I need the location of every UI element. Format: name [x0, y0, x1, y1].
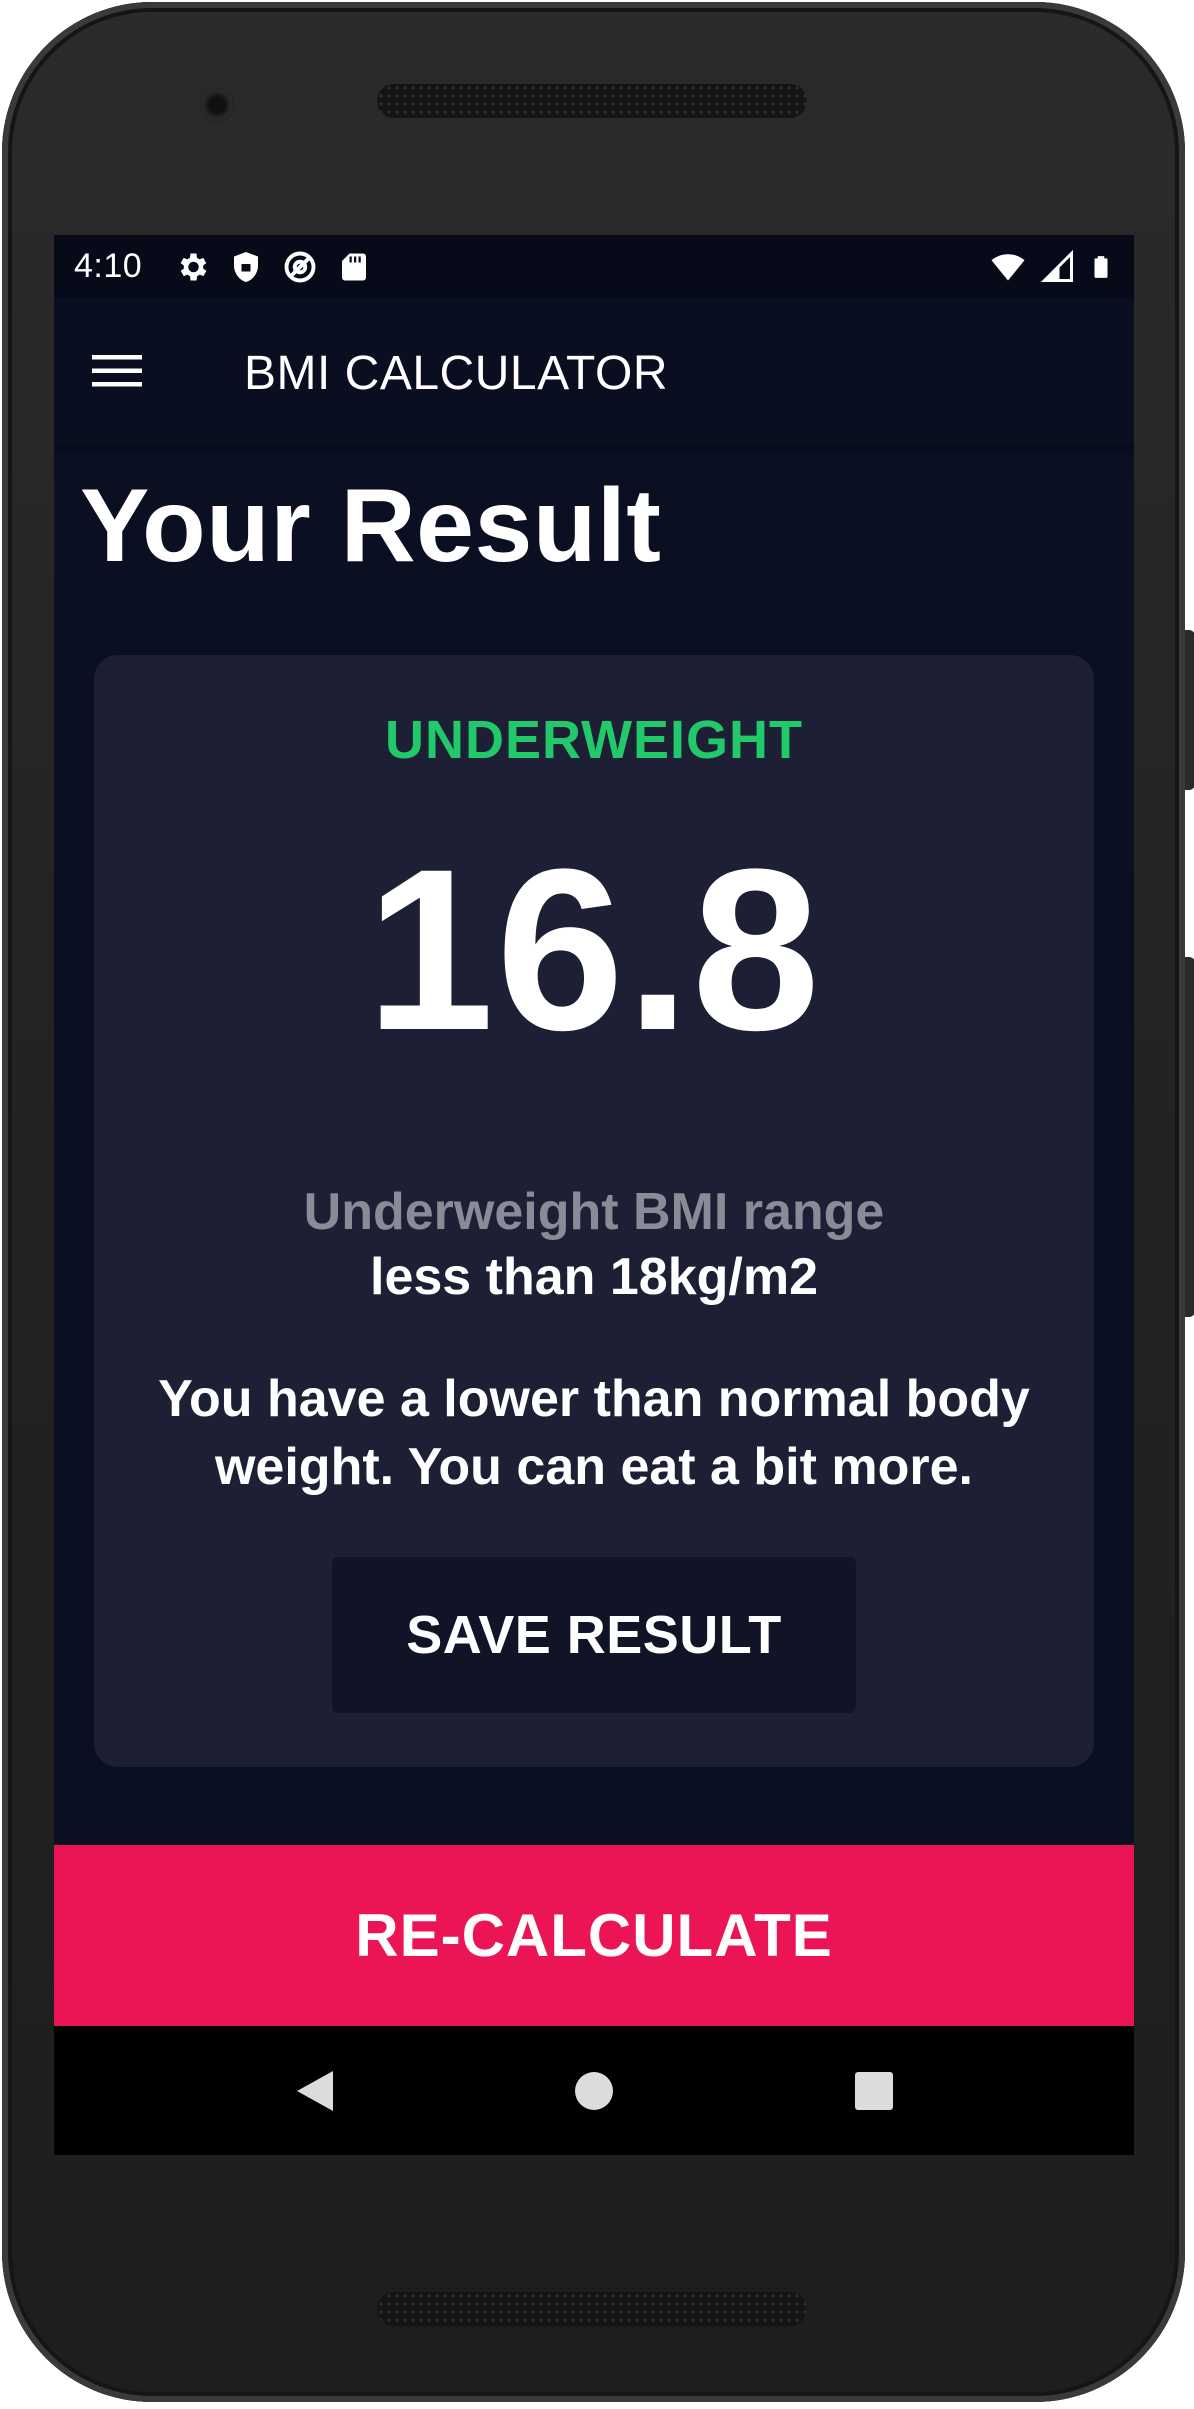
status-system-icons	[988, 247, 1114, 287]
bottom-speaker-grille	[377, 2292, 807, 2326]
at-sign-icon	[284, 251, 316, 283]
page-title: Your Result	[80, 468, 662, 584]
save-result-button[interactable]: SAVE RESULT	[332, 1557, 856, 1713]
app-title: BMI CALCULATOR	[244, 347, 668, 400]
volume-button	[1185, 957, 1194, 1317]
back-icon[interactable]	[280, 2056, 350, 2126]
top-speaker-grille	[377, 84, 807, 118]
shield-icon	[234, 252, 258, 282]
bmi-status-label: UNDERWEIGHT	[384, 710, 803, 770]
navigation-bar	[54, 2026, 1134, 2155]
bmi-range-value: less than 18kg/m2	[370, 1248, 818, 1306]
bmi-range-label: Underweight BMI range	[303, 1183, 885, 1241]
signal-icon	[1040, 249, 1073, 282]
app-bar: BMI CALCULATOR	[54, 298, 1134, 445]
bmi-advice-text: You have a lower than normal body weight…	[158, 1370, 1030, 1496]
status-bar: 4:10	[54, 235, 1134, 298]
result-card: UNDERWEIGHT 16.8 Underweight BMI range l…	[94, 655, 1094, 1767]
power-button	[1185, 630, 1194, 790]
sd-card-icon	[342, 253, 366, 281]
status-time: 4:10	[74, 247, 143, 285]
phone-frame: 4:10 BMI CALCULATOR Your Result UNDERWEI…	[2, 2, 1194, 2402]
recalculate-button[interactable]: RE-CALCULATE	[54, 1845, 1134, 2026]
home-icon[interactable]	[559, 2056, 629, 2126]
hamburger-menu-icon[interactable]	[84, 338, 150, 404]
wifi-icon	[991, 254, 1025, 281]
recents-icon[interactable]	[839, 2056, 909, 2126]
status-notification-icons	[174, 247, 372, 287]
screen: 4:10 BMI CALCULATOR Your Result UNDERWEI…	[54, 235, 1134, 2155]
front-camera	[199, 87, 235, 123]
settings-icon	[180, 253, 207, 281]
battery-icon	[1094, 256, 1108, 278]
bmi-value: 16.8	[366, 821, 822, 1078]
